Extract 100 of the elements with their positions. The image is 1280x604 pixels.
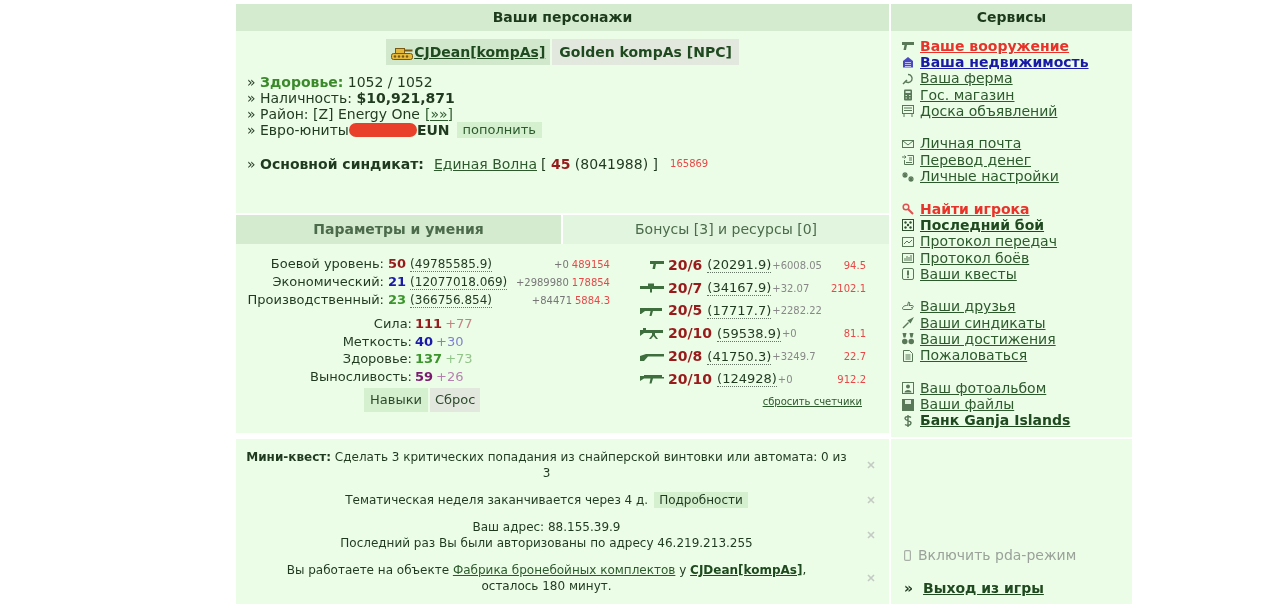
launcher-icon xyxy=(640,283,664,294)
dollar-icon xyxy=(902,414,914,427)
reset-counters-link[interactable]: сбросить счетчики xyxy=(762,393,862,409)
stat-value: 21 xyxy=(388,273,407,292)
attribute-label: Сила: xyxy=(372,315,412,333)
attribute-value: 137 xyxy=(415,350,443,368)
info-text: » Основной синдикат: xyxy=(247,156,424,172)
address-text: Ваш адрес: 88.155.39.9 xyxy=(472,519,621,535)
experience-value: (49785585.9) xyxy=(410,256,492,272)
attribute-value: 111 xyxy=(415,315,443,333)
shotgun-icon xyxy=(640,352,664,361)
pistol-icon xyxy=(650,261,664,270)
weapon-grade: 20/6 xyxy=(668,255,703,275)
action-button[interactable]: Навыки xyxy=(364,388,428,412)
phone-icon xyxy=(904,549,911,561)
stat-value: 50 xyxy=(388,255,407,274)
calculator-icon xyxy=(902,89,914,102)
close-icon[interactable] xyxy=(867,574,875,582)
section-header: Сервисы xyxy=(891,4,1132,31)
weapon-grade: 20/10 xyxy=(668,324,713,344)
pin-icon xyxy=(902,317,914,330)
notice-text: Вы работаете на объекте Фабрика бронебойных комплектов у CJDean[kompAs], осталось 180 минут. xyxy=(286,562,807,594)
close-icon[interactable] xyxy=(867,496,875,504)
weapon-grade: 20/8 xyxy=(668,347,703,367)
service-link[interactable]: Ваше вооружение xyxy=(920,35,1069,57)
service-link[interactable]: Ваша ферма xyxy=(920,68,1013,90)
info-text: » Здоровье: 1052 / 1052 xyxy=(247,74,433,90)
gain-value: +2282.22 xyxy=(772,304,822,319)
gain-value: +32.07 xyxy=(772,281,810,296)
counter-value: 489154 xyxy=(571,257,610,272)
experience-value: (20291.9) xyxy=(707,257,772,274)
experience-value: (34167.9) xyxy=(707,280,772,297)
attribute-label: Меткость: xyxy=(341,332,412,351)
district-link[interactable]: [»»] xyxy=(424,106,454,122)
attribute-value: 40 xyxy=(415,332,434,351)
dice-icon xyxy=(902,219,914,232)
gun-icon xyxy=(902,40,914,53)
service-link[interactable]: Протокол передач xyxy=(920,231,1057,253)
chart-icon xyxy=(902,235,914,248)
experience-value: (12077018.069) xyxy=(410,274,508,290)
info-text: » Район: [Z] Energy One xyxy=(247,106,420,122)
counter-value: 165869 xyxy=(670,157,709,171)
envelope-icon xyxy=(902,137,914,150)
info-text: » Наличность: $10,921,871 xyxy=(247,90,455,106)
notice-text: Тематическая неделя заканчивается через 4 д. xyxy=(345,492,649,508)
counter-value: 5884.3 xyxy=(575,293,610,308)
service-link[interactable]: Ваши друзья xyxy=(920,296,1016,318)
counter-value: 94.5 xyxy=(843,258,866,273)
stat-label: Производственный: xyxy=(246,291,384,310)
counter-value: 2102.1 xyxy=(831,281,866,296)
counter-value: 81.1 xyxy=(843,327,866,342)
hand-icon xyxy=(902,300,914,313)
tab[interactable]: Бонусы [3] и ресурсы [0] xyxy=(563,215,889,244)
board-icon xyxy=(902,105,914,118)
sickle-icon xyxy=(902,72,914,85)
gain-value: +0 xyxy=(554,257,569,272)
service-link[interactable]: Ваш фотоальбом xyxy=(920,377,1047,399)
attribute-label: Здоровье: xyxy=(341,350,412,368)
section-header: Ваши персонажи xyxy=(236,4,889,31)
syndicate-link[interactable]: Единая Волна xyxy=(433,156,537,172)
weapon-grade: 20/10 xyxy=(668,369,713,389)
top-up-button[interactable]: пополнить xyxy=(456,122,542,138)
currency-unit: EUN xyxy=(416,122,450,138)
experience-value: (124928) xyxy=(717,371,777,388)
stat-label: Экономический: xyxy=(271,273,384,292)
object-link[interactable]: Фабрика бронебойных комплектов xyxy=(452,563,676,577)
medals-icon xyxy=(902,333,914,346)
exit-link[interactable]: Выход из игры xyxy=(923,577,1044,599)
service-link[interactable]: Доска объявлений xyxy=(920,100,1058,122)
attribute-bonus: +30 xyxy=(436,332,464,351)
exclamation-icon xyxy=(902,268,914,281)
attribute-bonus: +26 xyxy=(436,367,464,386)
attribute-bonus: +77 xyxy=(445,315,473,333)
gain-value: +2989980 xyxy=(515,275,569,290)
quest-text: Мини-квест: Сделать 3 критических попадания из снайперской винтовки или автомата: 0 из 3 xyxy=(245,449,848,481)
attribute-label: Выносливость: xyxy=(309,367,412,386)
settings-icon xyxy=(902,170,914,183)
experience-value: (41750.3) xyxy=(707,348,772,365)
gain-value: +84471 xyxy=(531,293,572,308)
close-icon[interactable] xyxy=(867,531,875,539)
bullet: » xyxy=(904,578,914,598)
gain-value: +3249.7 xyxy=(772,350,816,365)
transfer-icon xyxy=(902,154,914,167)
player-link[interactable]: CJDean[kompAs] xyxy=(690,563,803,577)
address-text: Последний раз Вы были авторизованы по адресу 46.219.213.255 xyxy=(340,535,753,551)
machine-gun-icon xyxy=(640,328,664,340)
tab[interactable]: Параметры и умения xyxy=(236,215,561,244)
counter-value: 22.7 xyxy=(843,350,866,365)
stat-label: Боевой уровень: xyxy=(269,255,384,274)
character-tab[interactable]: CJDean[kompAs] xyxy=(386,39,551,65)
stat-value: 23 xyxy=(388,291,407,310)
action-button[interactable]: Сброс xyxy=(429,388,481,412)
details-button[interactable]: Подробности xyxy=(654,492,748,508)
experience-value: (366756.854) xyxy=(410,292,492,308)
rifle-icon xyxy=(640,306,664,316)
gain-value: +0 xyxy=(777,372,793,387)
weapon-grade: 20/5 xyxy=(668,301,703,321)
close-icon[interactable] xyxy=(867,461,875,469)
character-tab[interactable]: Golden kompAs [NPC] xyxy=(552,39,739,65)
counter-value: 912.2 xyxy=(837,372,866,387)
